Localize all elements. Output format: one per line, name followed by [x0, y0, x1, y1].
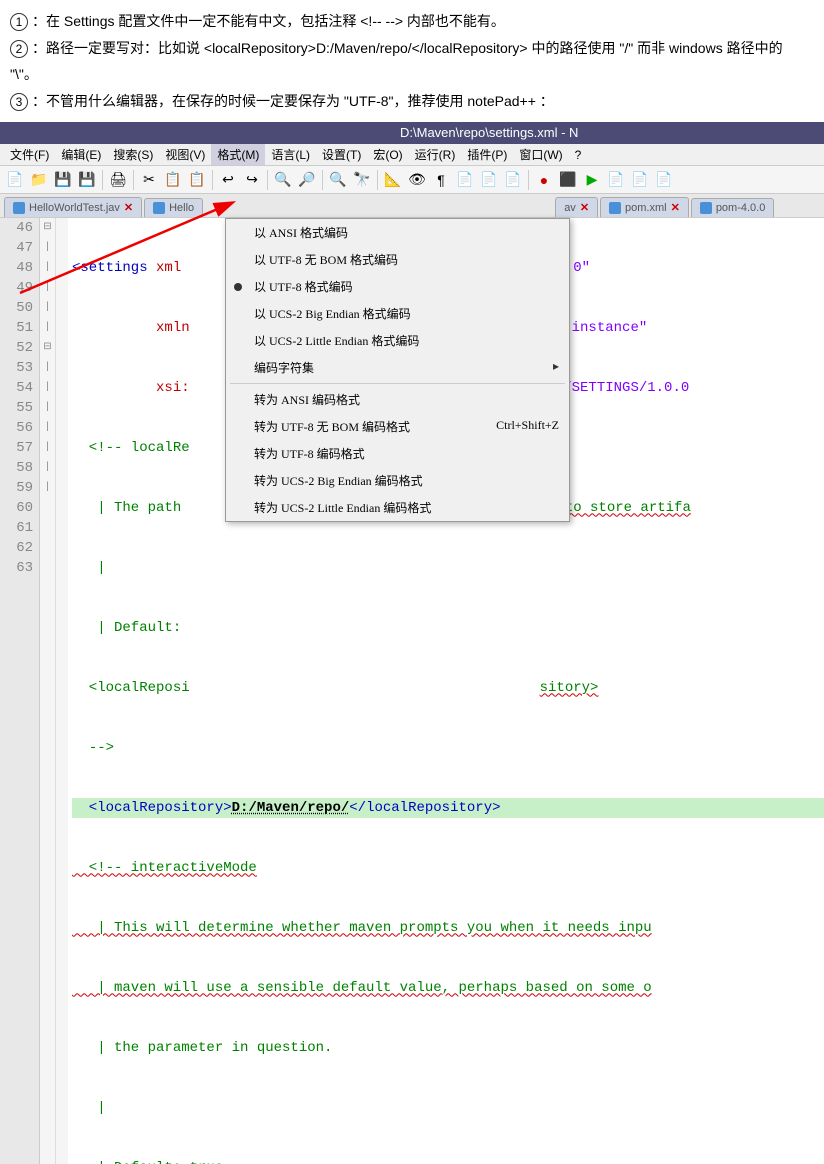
menu-convert-ucs2-le[interactable]: 转为 UCS-2 Little Endian 编码格式	[226, 494, 569, 521]
editor[interactable]: 464748495051525354555657585960616263 ⊟||…	[0, 218, 824, 1164]
menu-encode-utf8[interactable]: 以 UTF-8 格式编码	[226, 273, 569, 300]
play-icon[interactable]: ▶	[581, 169, 603, 191]
menu-settings[interactable]: 设置(T)	[316, 144, 367, 165]
menu-convert-utf8-nobom[interactable]: 转为 UTF-8 无 BOM 编码格式Ctrl+Shift+Z	[226, 413, 569, 440]
saveall-icon[interactable]: 💾	[76, 169, 98, 191]
tab-helloworld[interactable]: HelloWorldTest.jav✕	[4, 197, 142, 217]
redo-icon[interactable]: ↪	[241, 169, 263, 191]
close-icon[interactable]: ✕	[671, 201, 680, 214]
open-icon[interactable]: 📁	[28, 169, 50, 191]
file-icon	[700, 202, 712, 214]
undo-icon[interactable]: ↩	[217, 169, 239, 191]
menu-file[interactable]: 文件(F)	[4, 144, 55, 165]
menu-macro[interactable]: 宏(O)	[367, 144, 408, 165]
format-dropdown: 以 ANSI 格式编码 以 UTF-8 无 BOM 格式编码 以 UTF-8 格…	[225, 218, 570, 522]
record-icon[interactable]: ●	[533, 169, 555, 191]
zoomin-icon[interactable]: 🔍	[327, 169, 349, 191]
menu-convert-ansi[interactable]: 转为 ANSI 编码格式	[226, 386, 569, 413]
pilcrow-icon[interactable]: ¶	[430, 169, 452, 191]
replace-icon[interactable]: 🔎	[296, 169, 318, 191]
doc4-icon[interactable]: 📄	[605, 169, 627, 191]
tab-av[interactable]: av✕	[555, 197, 598, 217]
menu-help[interactable]: ?	[569, 146, 588, 164]
menu-edit[interactable]: 编辑(E)	[55, 144, 107, 165]
save-icon[interactable]: 💾	[52, 169, 74, 191]
file-icon	[609, 202, 621, 214]
tab-pom[interactable]: pom.xml✕	[600, 197, 689, 217]
toolbar: 📄 📁 💾 💾 🖨 ✂ 📋 📋 ↩ ↪ 🔍 🔎 🔍 🔭 📐 👁 ¶ 📄 📄 📄 …	[0, 166, 824, 194]
cut-icon[interactable]: ✂	[138, 169, 160, 191]
eye-icon[interactable]: 👁	[406, 169, 428, 191]
change-marker	[56, 218, 68, 1164]
menu-charset[interactable]: 编码字符集▸	[226, 354, 569, 381]
menu-encode-ansi[interactable]: 以 ANSI 格式编码	[226, 219, 569, 246]
menu-language[interactable]: 语言(L)	[265, 144, 316, 165]
stop-icon[interactable]: ⬛	[557, 169, 579, 191]
menu-format[interactable]: 格式(M)	[211, 144, 265, 165]
menu-encode-ucs2-be[interactable]: 以 UCS-2 Big Endian 格式编码	[226, 300, 569, 327]
chevron-right-icon: ▸	[553, 359, 559, 376]
close-icon[interactable]: ✕	[580, 201, 589, 214]
menu-encode-ucs2-le[interactable]: 以 UCS-2 Little Endian 格式编码	[226, 327, 569, 354]
fold-column[interactable]: ⊟|||||⊟|||||||	[40, 218, 56, 1164]
tab-pom4[interactable]: pom-4.0.0	[691, 198, 775, 217]
new-icon[interactable]: 📄	[4, 169, 26, 191]
file-icon	[13, 202, 25, 214]
zoomout-icon[interactable]: 🔭	[351, 169, 373, 191]
selected-dot-icon	[234, 283, 242, 291]
titlebar: D:\Maven\repo\settings.xml - N	[0, 122, 824, 144]
menu-run[interactable]: 运行(R)	[409, 144, 462, 165]
menubar: 文件(F) 编辑(E) 搜索(S) 视图(V) 格式(M) 语言(L) 设置(T…	[0, 144, 824, 166]
file-icon	[153, 202, 165, 214]
menu-window[interactable]: 窗口(W)	[513, 144, 568, 165]
menu-convert-ucs2-be[interactable]: 转为 UCS-2 Big Endian 编码格式	[226, 467, 569, 494]
line-gutter: 464748495051525354555657585960616263	[0, 218, 40, 1164]
find-icon[interactable]: 🔍	[272, 169, 294, 191]
tabbar: HelloWorldTest.jav✕ Hello av✕ pom.xml✕ p…	[0, 194, 824, 218]
doc1-icon[interactable]: 📄	[454, 169, 476, 191]
doc3-icon[interactable]: 📄	[502, 169, 524, 191]
print-icon[interactable]: 🖨	[107, 169, 129, 191]
menu-plugins[interactable]: 插件(P)	[461, 144, 513, 165]
doc6-icon[interactable]: 📄	[653, 169, 675, 191]
close-icon[interactable]: ✕	[124, 201, 133, 214]
menu-view[interactable]: 视图(V)	[159, 144, 211, 165]
menu-search[interactable]: 搜索(S)	[107, 144, 159, 165]
doc2-icon[interactable]: 📄	[478, 169, 500, 191]
menu-encode-utf8-nobom[interactable]: 以 UTF-8 无 BOM 格式编码	[226, 246, 569, 273]
doc5-icon[interactable]: 📄	[629, 169, 651, 191]
tab-hello[interactable]: Hello	[144, 198, 203, 217]
ruler-icon[interactable]: 📐	[382, 169, 404, 191]
menu-separator	[230, 383, 565, 384]
copy-icon[interactable]: 📋	[162, 169, 184, 191]
paste-icon[interactable]: 📋	[186, 169, 208, 191]
menu-convert-utf8[interactable]: 转为 UTF-8 编码格式	[226, 440, 569, 467]
instructions: 1：在 Settings 配置文件中一定不能有中文，包括注释 <!-- --> …	[0, 0, 824, 122]
